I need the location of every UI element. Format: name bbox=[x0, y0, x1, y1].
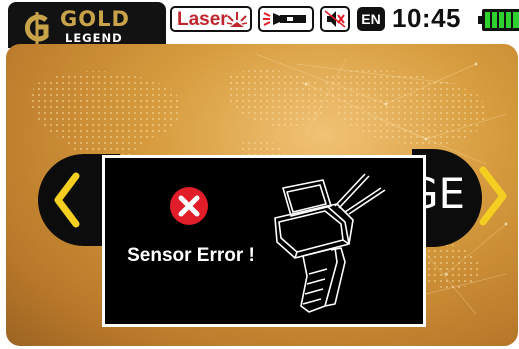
language-button[interactable]: EN bbox=[357, 7, 385, 31]
laser-beam-icon bbox=[227, 12, 247, 27]
g-dollar-icon bbox=[25, 12, 49, 44]
logo-text-gold: GOLD bbox=[60, 7, 130, 31]
laser-toggle[interactable]: Laser bbox=[170, 6, 252, 32]
chevron-left-icon bbox=[54, 172, 80, 228]
device-screen: GOLD LEGEND Laser EN 10:45 E Sensor Erro… bbox=[0, 0, 519, 349]
main-panel: GE Sensor Error ! bbox=[6, 44, 518, 346]
sensor-error-dialog: Sensor Error ! bbox=[102, 155, 426, 327]
brand-logo: GOLD LEGEND bbox=[8, 2, 166, 48]
error-message: Sensor Error ! bbox=[127, 245, 255, 266]
laser-label: Laser bbox=[177, 9, 228, 30]
detector-device-icon bbox=[274, 173, 386, 313]
sound-toggle[interactable] bbox=[320, 6, 350, 32]
flashlight-icon bbox=[263, 12, 306, 26]
torch-toggle[interactable] bbox=[258, 6, 314, 32]
clock: 10:45 bbox=[392, 3, 461, 33]
battery-full-icon bbox=[478, 9, 519, 31]
error-x-icon bbox=[170, 187, 208, 225]
chevron-right-icon[interactable] bbox=[477, 166, 511, 226]
logo-text-legend: LEGEND bbox=[65, 31, 123, 45]
speaker-muted-icon bbox=[324, 10, 346, 28]
status-bar: GOLD LEGEND Laser EN 10:45 bbox=[4, 0, 519, 48]
